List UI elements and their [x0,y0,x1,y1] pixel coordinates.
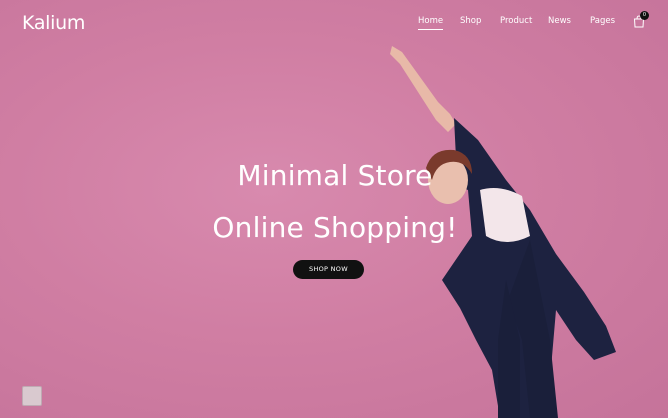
hero-title: Minimal Store Online Shopping! [195,150,475,254]
cart-count-badge: 0 [640,11,649,20]
nav-item-news[interactable]: News [548,16,571,26]
hero-section: Kalium Home Shop Product News Pages 0 Mi… [0,0,668,418]
hero-title-line-1: Minimal Store [237,159,433,192]
shop-now-button[interactable]: SHOP NOW [293,260,364,279]
nav-item-home[interactable]: Home [418,16,444,30]
nav-item-shop[interactable]: Shop [460,16,481,26]
main-navigation: Home Shop Product News Pages [0,16,668,30]
hero-title-line-2: Online Shopping! [212,211,458,244]
nav-item-pages[interactable]: Pages [590,16,615,26]
wall-outlet-decoration [22,386,42,406]
nav-item-product[interactable]: Product [500,16,532,26]
